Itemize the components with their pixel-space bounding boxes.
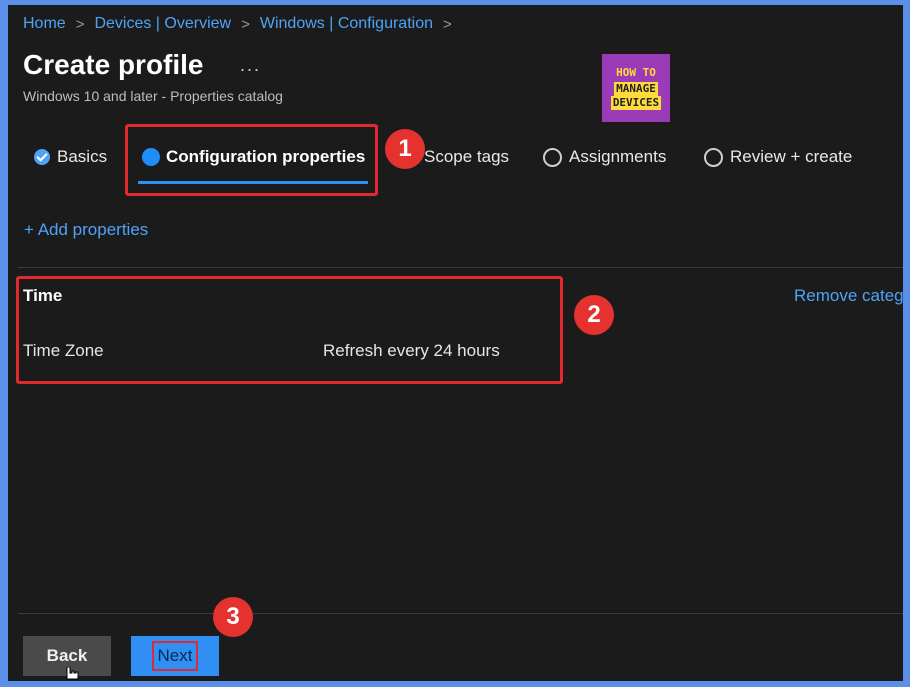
hand-cursor-icon <box>66 667 79 680</box>
chevron-right-icon: > <box>442 15 452 33</box>
annotation-badge-1: 1 <box>385 129 425 169</box>
remove-category-link[interactable]: Remove categ <box>794 286 903 306</box>
step-scope-tags[interactable]: Scope tags <box>424 147 509 167</box>
logo-text-line3: DEVICES <box>610 96 662 110</box>
empty-circle-icon <box>704 147 723 167</box>
step-assignments[interactable]: Assignments <box>543 147 666 167</box>
portal-window: Home > Devices | Overview > Windows | Config… <box>8 5 903 681</box>
annotation-badge-2: 2 <box>574 295 614 335</box>
step-label: Review + create <box>730 147 853 166</box>
check-circle-icon <box>34 149 50 165</box>
page-subtitle: Windows 10 and later - Properties catalo… <box>23 88 283 104</box>
step-review-create[interactable]: Review + create <box>704 147 852 167</box>
logo-text-line1: HOW TO <box>616 66 656 79</box>
logo-text-line2: MANAGE <box>614 82 658 96</box>
breadcrumb: Home > Devices | Overview > Windows | Config… <box>23 15 462 33</box>
add-properties-link[interactable]: + Add properties <box>24 220 148 240</box>
howtomanagedevices-logo: HOW TO MANAGE DEVICES <box>602 54 670 122</box>
step-label: Scope tags <box>424 147 510 166</box>
step-basics[interactable]: Basics <box>34 147 107 167</box>
highlight-box-category <box>16 276 563 384</box>
more-options-button[interactable]: ... <box>240 55 261 76</box>
next-button-label: Next <box>151 641 199 671</box>
breadcrumb-home[interactable]: Home <box>23 15 66 32</box>
step-label: Basics <box>57 147 108 166</box>
breadcrumb-windows-configuration[interactable]: Windows | Configuration <box>260 15 433 32</box>
chevron-right-icon: > <box>241 15 250 33</box>
step-label: Assignments <box>569 147 667 166</box>
empty-circle-icon <box>543 147 562 167</box>
annotation-badge-3: 3 <box>213 597 253 637</box>
next-button[interactable]: Next <box>131 636 219 676</box>
back-button-label: Back <box>46 646 88 665</box>
section-divider <box>18 267 903 268</box>
page-title: Create profile <box>23 49 204 80</box>
footer-divider <box>18 613 903 614</box>
breadcrumb-devices-overview[interactable]: Devices | Overview <box>94 15 231 32</box>
highlight-box-tab <box>125 124 378 196</box>
chevron-right-icon: > <box>75 15 85 33</box>
